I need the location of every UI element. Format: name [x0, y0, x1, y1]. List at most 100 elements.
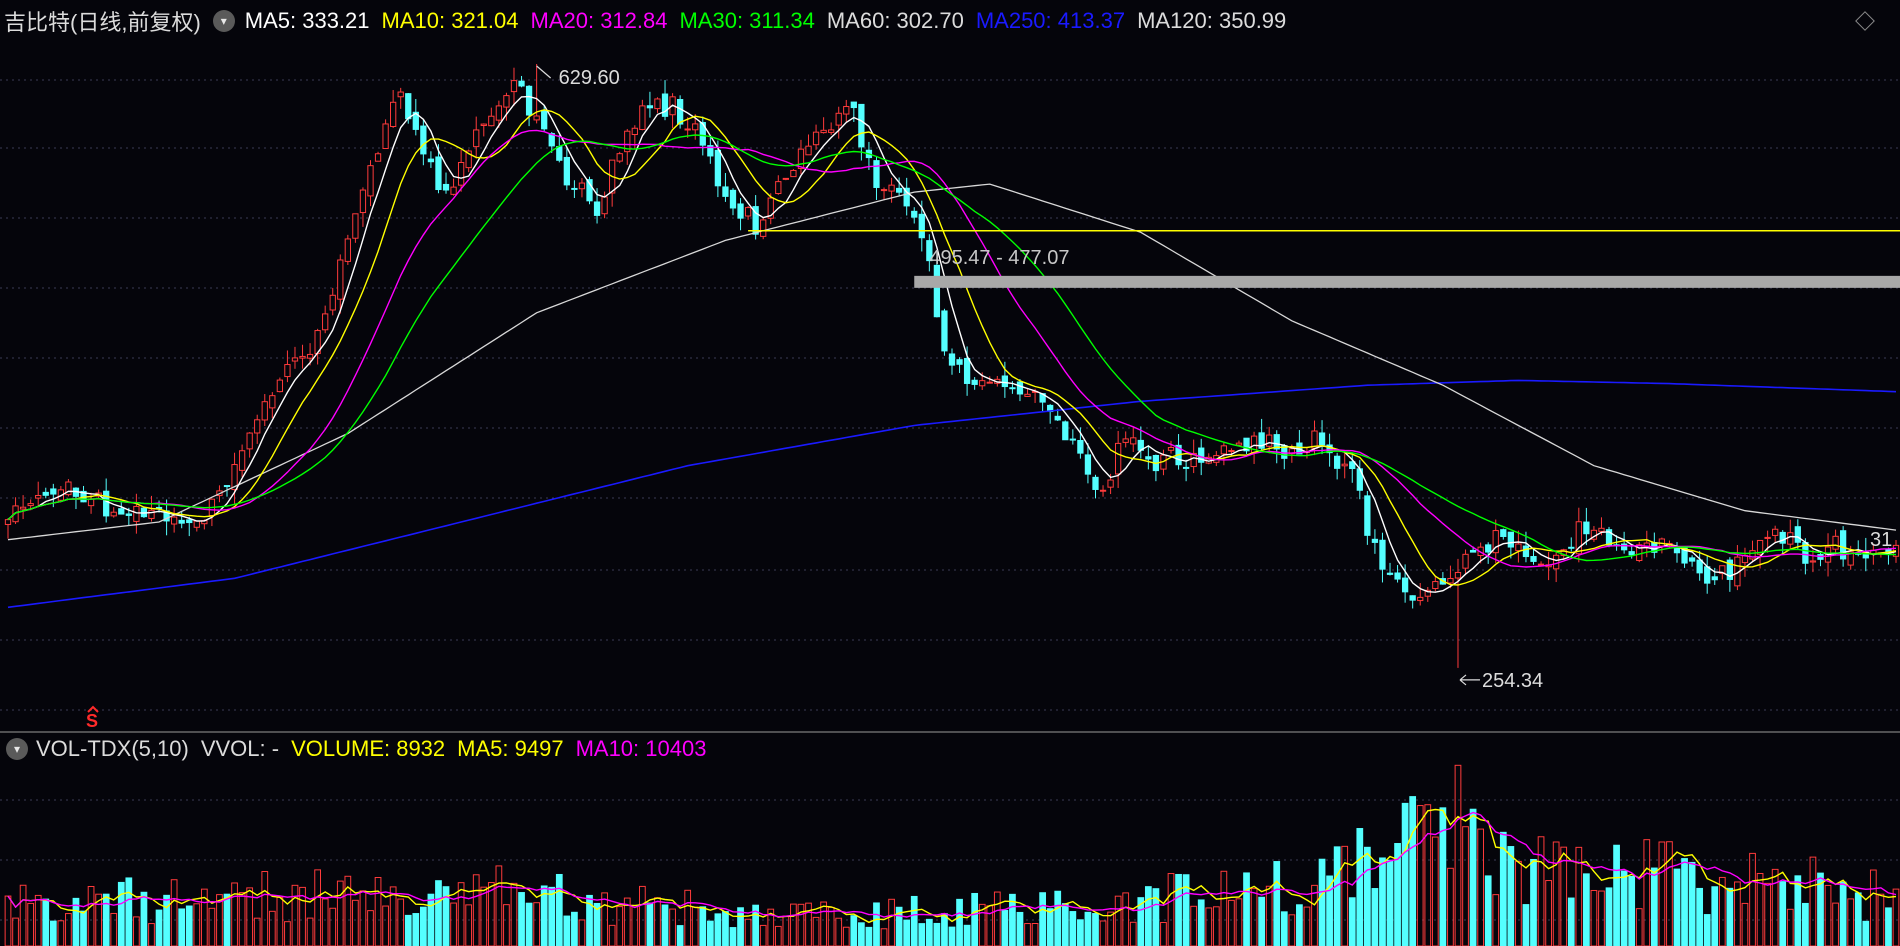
volume-bar [329, 907, 337, 946]
volume-bar [578, 919, 586, 946]
candle-body [1809, 560, 1817, 563]
volume-bar [1016, 911, 1024, 946]
candle-body [35, 495, 42, 499]
candle-body [510, 80, 518, 93]
candle-body [1553, 554, 1560, 570]
candle-body [880, 189, 888, 192]
volume-bar [133, 916, 140, 946]
range-band [914, 275, 1900, 288]
volume-bar [555, 873, 563, 946]
candle-body [971, 379, 978, 385]
volume-bar [963, 924, 971, 946]
candle-body [397, 91, 404, 98]
volume-bar [336, 880, 344, 946]
volume-bar [865, 926, 873, 946]
candle-body [1507, 531, 1514, 548]
candle-body [344, 238, 351, 262]
candle-body [50, 488, 57, 495]
volume-bar [487, 882, 495, 946]
candle-body [1628, 551, 1635, 556]
volume-bar [231, 882, 238, 946]
candle-body [729, 189, 737, 209]
volume-bar [480, 886, 488, 946]
volume-bar [1235, 898, 1243, 946]
candle-body [1469, 549, 1477, 553]
ma5-line [7, 95, 1897, 593]
volume-bar [1885, 907, 1892, 946]
volume-bar [774, 925, 782, 946]
volume-bars [4, 764, 1900, 946]
volume-bar [19, 884, 27, 946]
volume-bar [1673, 868, 1681, 946]
candle-body [1409, 595, 1416, 601]
candle-body [858, 103, 865, 148]
right-edge-label: 31 [1870, 529, 1892, 551]
volume-bar [238, 892, 246, 946]
candle-body [1417, 596, 1424, 602]
candle-body [1099, 489, 1107, 492]
volume-bar [1741, 902, 1749, 946]
candle-body [299, 355, 306, 359]
candle-body [790, 169, 797, 178]
price-candles [4, 64, 1900, 668]
candle-body [722, 186, 729, 197]
volume-bar [1635, 908, 1643, 946]
candle-body [1794, 526, 1801, 543]
volume-bar [419, 906, 427, 946]
volume-bar [971, 892, 979, 946]
candle-body [684, 128, 691, 131]
volume-bar [495, 865, 503, 946]
volume-bar [1598, 890, 1605, 946]
candle-body [1182, 466, 1190, 469]
candle-body [1568, 546, 1575, 549]
volume-bar [382, 905, 389, 946]
volume-bar [1341, 845, 1349, 946]
volume-bar [1462, 826, 1469, 946]
volume-bar [1046, 908, 1054, 946]
volume-bar [193, 903, 201, 946]
candle-body [19, 506, 27, 510]
candle-body [118, 508, 125, 515]
volume-bar [850, 915, 858, 946]
candle-body [835, 112, 842, 126]
volume-bar [1250, 888, 1258, 946]
volume-bar [1061, 903, 1069, 946]
volume-bar [435, 880, 442, 946]
volume-bar [1303, 906, 1311, 946]
volume-bar [1484, 875, 1492, 946]
volume-bar [1220, 870, 1228, 946]
volume-bar [1386, 859, 1394, 946]
volume-bar [1688, 861, 1696, 946]
volume-bar [1537, 836, 1545, 946]
candle-body [4, 519, 12, 525]
volume-bar [1567, 897, 1575, 946]
volume-bar [654, 897, 661, 946]
volume-bar [284, 921, 291, 946]
candle-body [284, 364, 291, 378]
candle-body [888, 184, 895, 192]
volume-bar [1447, 867, 1454, 946]
volume-bar [367, 910, 374, 946]
candle-body [1500, 529, 1507, 537]
volume-bar [691, 906, 699, 946]
candle-body [1485, 544, 1492, 553]
price-volume-chart[interactable]: 495.47 - 477.07 629.60 254.34 S 31 [0, 0, 1900, 946]
volume-bar [1892, 888, 1900, 946]
candle-body [246, 432, 253, 450]
volume-bar [1869, 869, 1877, 946]
volume-bar [1258, 896, 1266, 946]
volume-bar [178, 908, 186, 946]
candle-body [843, 106, 850, 115]
volume-bar [684, 889, 692, 946]
volume-bar [1024, 923, 1031, 946]
candle-body [261, 401, 268, 421]
volume-bar [352, 899, 359, 946]
volume-bar [1507, 846, 1515, 946]
volume-bar [1333, 846, 1341, 946]
volume-bar [261, 871, 269, 946]
candle-body [1749, 550, 1756, 560]
candle-body [1779, 531, 1786, 544]
volume-bar [601, 892, 608, 946]
volume-bar [797, 903, 805, 946]
candle-body [488, 115, 495, 127]
